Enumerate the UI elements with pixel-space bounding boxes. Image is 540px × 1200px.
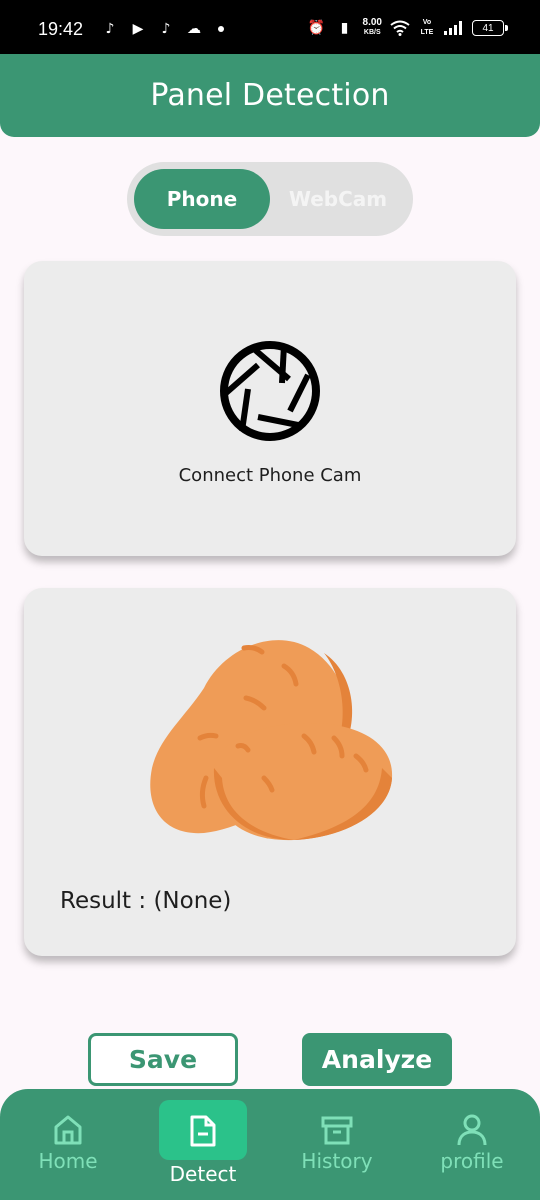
result-card: Result : (None): [24, 588, 516, 956]
page-title: Panel Detection: [150, 78, 390, 113]
bottom-navigation: Home Detect History profile: [0, 1089, 540, 1200]
signal-icon: [444, 19, 464, 37]
archive-icon: [321, 1116, 353, 1145]
nav-label-profile: profile: [440, 1149, 504, 1173]
home-icon: [54, 1115, 82, 1145]
volte-label: Vo LTE: [420, 19, 434, 36]
nav-item-history[interactable]: History: [277, 1089, 397, 1200]
nav-label-history: History: [301, 1149, 373, 1173]
tiktok-icon: ♪: [161, 21, 171, 37]
detect-active-pill: [159, 1100, 247, 1160]
analyze-button[interactable]: Analyze: [302, 1033, 452, 1086]
nav-item-profile[interactable]: profile: [412, 1089, 532, 1200]
weather-icon: ☁: [187, 21, 201, 37]
status-bar: 19:42 ♪ ▶ ♪ ☁ ⏰ ▮ 8.00 KB/S Vo LTE 41: [0, 0, 540, 54]
potato-icon: [150, 640, 393, 841]
system-icons: ⏰ ▮ 8.00 KB/S Vo LTE 41: [307, 18, 508, 38]
camera-card[interactable]: Connect Phone Cam: [24, 261, 516, 556]
camera-source-toggle: Phone WebCam: [127, 162, 413, 236]
alarm-icon: ⏰: [307, 20, 326, 36]
result-text: Result : (None): [60, 888, 232, 914]
tiktok-icon: ♪: [105, 21, 115, 37]
connect-camera-label: Connect Phone Cam: [178, 465, 362, 486]
save-button[interactable]: Save: [88, 1033, 238, 1086]
dot-icon: [218, 26, 224, 32]
document-icon: [190, 1115, 216, 1147]
speed-unit: KB/S: [363, 29, 381, 36]
toggle-webcam[interactable]: WebCam: [270, 169, 406, 229]
notification-icons: ♪ ▶ ♪ ☁: [100, 20, 224, 38]
status-time: 19:42: [38, 19, 84, 39]
nav-label-detect: Detect: [169, 1162, 237, 1186]
youtube-icon: ▶: [132, 21, 144, 37]
nav-item-home[interactable]: Home: [8, 1089, 128, 1200]
network-speed: 8.00 KB/S: [363, 18, 382, 38]
nav-item-detect[interactable]: Detect: [143, 1089, 263, 1200]
app-header: Panel Detection: [0, 54, 540, 137]
toggle-phone[interactable]: Phone: [134, 169, 270, 229]
wifi-icon: [390, 19, 410, 37]
battery-icon: 41: [472, 20, 508, 36]
battery-level: 41: [482, 22, 494, 34]
nav-label-home: Home: [38, 1149, 98, 1173]
user-icon: [457, 1114, 487, 1146]
camera-shutter-icon: [220, 341, 320, 441]
speed-value: 8.00: [362, 17, 382, 28]
vibrate-icon: ▮: [340, 20, 349, 36]
